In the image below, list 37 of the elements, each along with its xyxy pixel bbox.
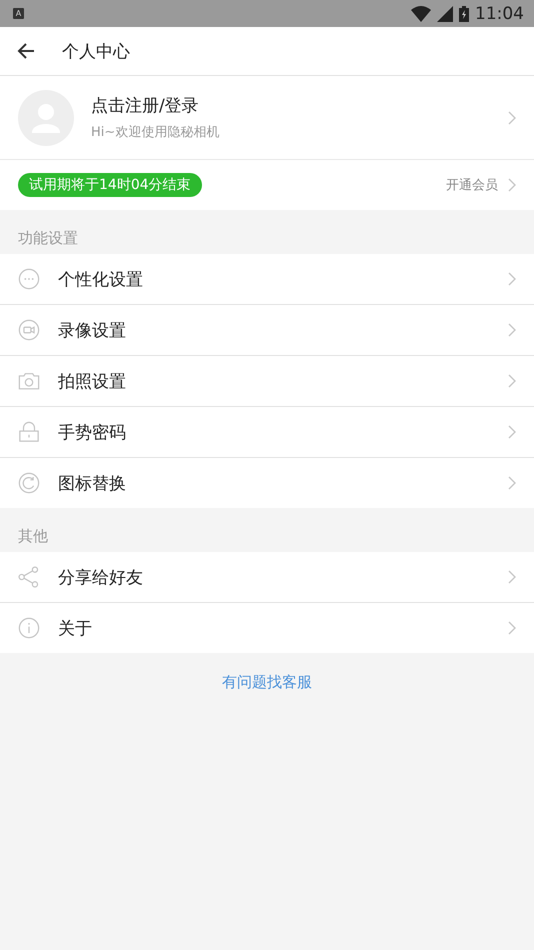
chevron-icon	[508, 621, 516, 635]
back-button[interactable]	[16, 41, 36, 61]
section-title: 其他	[17, 526, 49, 547]
welcome-text: Hi~欢迎使用隐秘相机	[91, 124, 220, 141]
login-prompt: 点击注册/登录	[91, 95, 200, 117]
chevron-icon	[508, 476, 516, 490]
chevron-icon	[508, 323, 516, 337]
section-title: 功能设置	[17, 228, 79, 249]
menu-item[interactable]: 录像设置	[0, 304, 534, 355]
trial-badge: 试用期将于14时04分结束	[18, 173, 202, 197]
lock-icon	[18, 421, 40, 443]
menu-item[interactable]: 分享给好友	[0, 552, 534, 602]
clock: 11:04	[475, 4, 524, 24]
menu-item[interactable]: 手势密码	[0, 406, 534, 457]
chevron-icon	[508, 110, 516, 124]
menu-item[interactable]: 关于	[0, 602, 534, 653]
more-icon	[18, 268, 40, 290]
menu-item[interactable]: 图标替换	[0, 457, 534, 508]
wifi-icon	[411, 6, 431, 22]
battery-icon	[459, 6, 469, 22]
signal-icon	[437, 6, 453, 22]
page-title: 个人中心	[62, 40, 130, 62]
refresh-icon	[18, 472, 40, 494]
chevron-icon	[508, 570, 516, 584]
camera-icon	[18, 370, 40, 392]
chevron-icon	[508, 374, 516, 388]
membership-link[interactable]: 开通会员	[446, 176, 498, 194]
share-icon	[18, 566, 40, 588]
info-icon	[18, 617, 40, 639]
chevron-icon	[508, 425, 516, 439]
chevron-icon	[508, 272, 516, 286]
menu-item[interactable]: 拍照设置	[0, 355, 534, 406]
video-icon	[18, 319, 40, 341]
chevron-icon	[508, 178, 516, 192]
notification-icon: A	[13, 8, 24, 19]
profile-card[interactable]: 点击注册/登录 Hi~欢迎使用隐秘相机	[0, 76, 534, 160]
menu-item[interactable]: 个性化设置	[0, 254, 534, 304]
